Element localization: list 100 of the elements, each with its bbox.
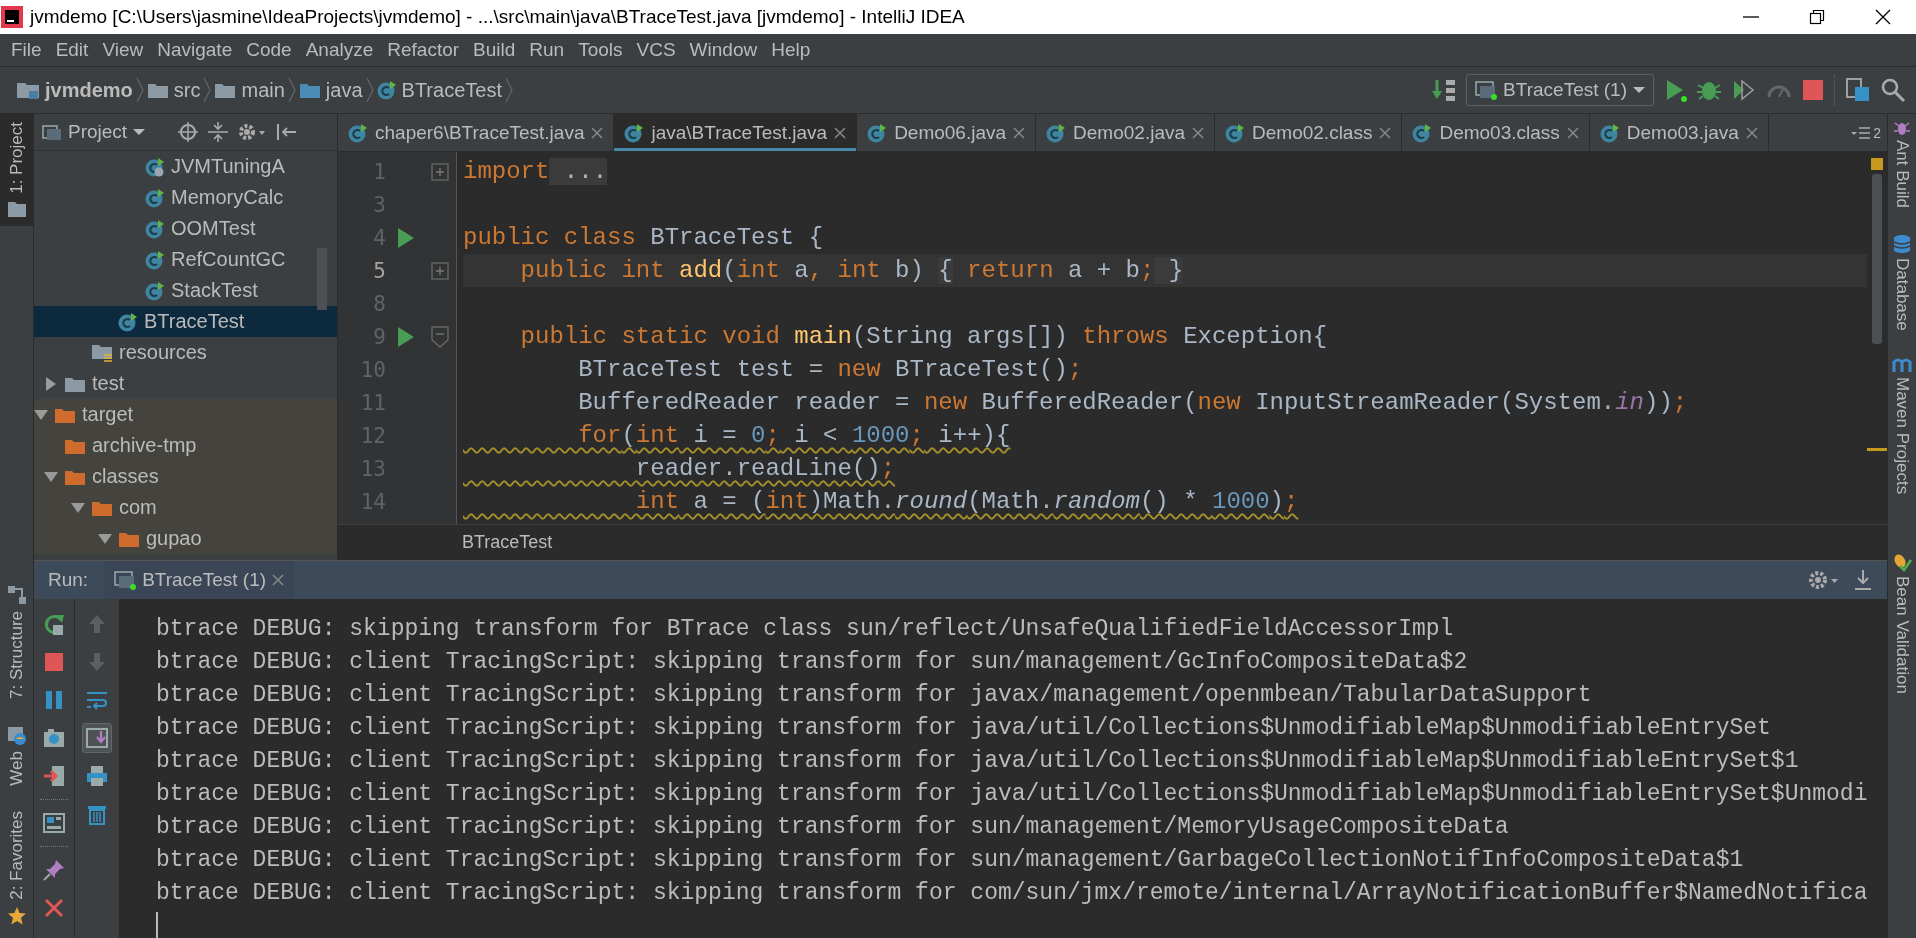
breadcrumb[interactable]: src [144,78,203,102]
close-icon[interactable] [591,126,604,139]
menu-item[interactable]: Code [239,39,299,61]
project-structure-icon[interactable] [1845,77,1871,103]
run-icon[interactable] [397,325,415,348]
tree-row[interactable]: test [34,368,337,399]
tree-row[interactable]: classes [34,461,337,492]
scrollbar-thumb[interactable] [1872,174,1882,344]
star-icon [6,906,27,926]
hidden-tabs-button[interactable]: 2 [1845,114,1887,151]
menu-item[interactable]: Tools [571,39,630,61]
hide-panel-icon[interactable] [275,121,298,143]
close-icon[interactable] [1379,126,1392,139]
tree-row[interactable]: RefCountGC [34,244,337,275]
breadcrumb[interactable]: main [212,78,287,102]
crosshair-icon[interactable] [177,121,200,143]
stop-icon[interactable] [1801,78,1825,102]
scrollbar-thumb[interactable] [317,248,327,310]
code-line: reader.readLine(); [634,455,896,484]
bean-icon [1892,552,1912,572]
menu-item[interactable]: Run [522,39,572,61]
tree-row[interactable]: JVMTuningA [34,151,337,182]
collapsed-arrow-icon [45,376,57,391]
scroll-to-end-button[interactable] [82,723,112,753]
sort-binary-icon[interactable] [1431,77,1458,103]
tree-row[interactable]: gupao [34,523,337,554]
class-icon [624,122,645,143]
code-line: for(int i = 0; i < 1000; i++){ [577,422,1011,451]
folder-icon [6,199,27,218]
breadcrumb[interactable]: jvmdemo [14,78,135,102]
tree-row[interactable]: BTraceTest [34,306,337,337]
chevron-icon [503,77,514,103]
tree-row[interactable]: com [34,492,337,523]
search-icon[interactable] [1880,77,1906,103]
tool-window-button[interactable]: Web [0,716,33,794]
settings-icon[interactable] [237,121,268,143]
tree-row[interactable]: target [34,399,337,430]
tree-row[interactable]: resources [34,337,337,368]
menu-item[interactable]: Edit [48,39,96,61]
tool-window-button[interactable]: Bean Validation [1888,552,1916,694]
breadcrumb[interactable]: BTraceTest [462,532,553,553]
scroll-to-end-icon [85,726,109,750]
code-line: public class BTraceTest { [463,224,824,253]
collapse-icon[interactable] [207,121,230,143]
database-icon [1893,234,1911,255]
console-line: btrace DEBUG: skipping transform for BTrace class sun/reflect/UnsafeQualifiedFieldAccessorImpl [156,615,1455,644]
menu-item[interactable]: View [95,39,151,61]
class-icon [145,187,165,208]
coverage-icon[interactable] [1731,77,1757,103]
menu-item[interactable]: Navigate [150,39,240,61]
menu-item[interactable]: Refactor [380,39,467,61]
run-icon[interactable] [397,226,415,249]
tree-item-label: com [119,496,157,519]
breadcrumb[interactable]: java [296,78,365,102]
globe-icon [6,724,27,745]
tool-window-button[interactable]: 2: Favorites [0,803,33,934]
menu-item[interactable]: Build [466,39,523,61]
menu-item[interactable]: Analyze [298,39,381,61]
tree-item-label: classes [92,465,159,488]
menu-item[interactable]: File [4,39,49,61]
tree-item-label: BTraceTest [144,310,245,333]
menu-item[interactable]: Help [764,39,818,61]
fold-expand-icon[interactable] [431,261,449,280]
settings-icon[interactable] [1807,568,1839,592]
warning-marker[interactable] [1871,158,1883,170]
warning-marker[interactable] [1867,448,1887,451]
close-icon[interactable] [1192,126,1205,139]
tree-row[interactable]: StackTest [34,275,337,306]
fold-collapse-icon[interactable] [431,325,449,348]
menu-item[interactable]: VCS [629,39,683,61]
layout-icon [42,811,66,835]
fold-expand-icon[interactable] [431,162,449,181]
tool-window-button[interactable]: 7: Structure [0,576,33,707]
run-tab[interactable]: BTraceTest (1) [104,561,295,599]
tree-row[interactable]: MemoryCalc [34,182,337,213]
code-line: public int add(int a, int b) { return a + b; } [519,257,1184,286]
menu-item[interactable]: Window [682,39,765,61]
code-line: BTraceTest test = new BTraceTest(); [577,356,1083,385]
console-line: btrace DEBUG: client TracingScript: skipping transform for com/sun/jmx/remote/internal/ArrayNotificationBuffer$NamedNotifica [156,879,1869,908]
download-icon[interactable] [1853,568,1873,592]
close-icon[interactable] [1013,126,1026,139]
tool-window-button[interactable]: 1: Project [0,114,33,226]
tree-row[interactable]: OOMTest [34,213,337,244]
minimize-icon [1743,16,1759,18]
close-icon[interactable] [272,574,285,586]
class-icon [145,280,165,301]
editor-tab[interactable]: java\BTraceTest.java [614,114,858,151]
close-icon[interactable] [1745,126,1758,139]
tree-row[interactable]: archive-tmp [34,430,337,461]
maven-icon [1892,356,1912,373]
close-icon[interactable] [834,126,847,139]
close-icon[interactable] [1566,126,1579,139]
class-icon [1046,122,1067,143]
run-config-dropdown[interactable]: BTraceTest (1) [1466,74,1654,106]
window-title: jvmdemo [C:\Users\jasmine\IdeaProjects\jvmdemo] - ...\src\main\java\BTraceTest.java [jvmdemo] - IntelliJ IDEA [30,6,966,28]
tool-window-button[interactable]: Ant Build [1888,118,1916,209]
breadcrumb[interactable]: BTraceTest [374,78,504,102]
tool-window-button[interactable]: Database [1888,234,1916,331]
tool-window-button[interactable]: Maven Projects [1888,356,1916,494]
view-selector[interactable]: Project [42,121,146,143]
